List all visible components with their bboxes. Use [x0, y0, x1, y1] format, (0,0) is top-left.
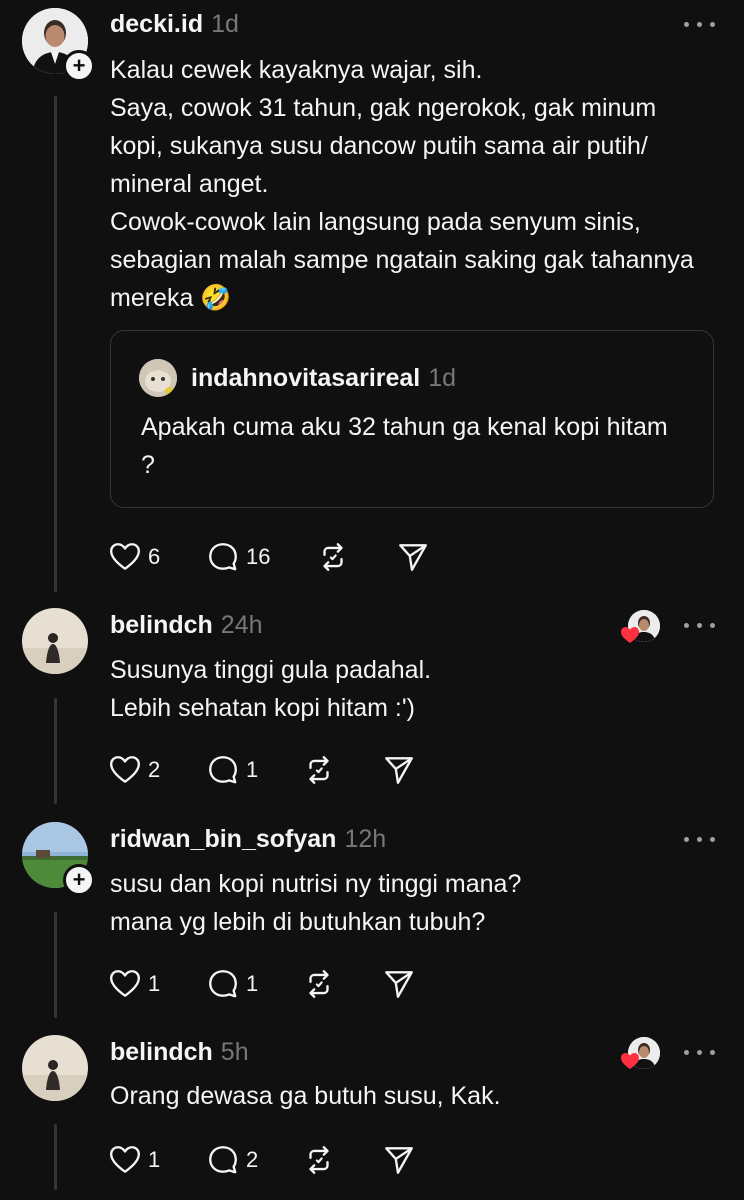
post-text: Kalau cewek kayaknya wajar, sih. Saya, c… [110, 56, 694, 312]
thread-line [54, 1124, 57, 1190]
repost-icon [316, 540, 350, 574]
repost-icon [302, 753, 336, 787]
avatar[interactable] [22, 1035, 88, 1101]
like-count: 1 [148, 971, 161, 996]
like-count: 1 [148, 1147, 161, 1172]
like-button[interactable]: 6 [108, 541, 160, 573]
heart-icon [108, 1143, 142, 1177]
thread-line [54, 912, 57, 1018]
reply-button[interactable]: 1 [206, 754, 258, 786]
thread-line [54, 96, 57, 592]
reply-count: 2 [246, 1147, 259, 1172]
more-icon[interactable] [684, 1046, 716, 1058]
share-button[interactable] [382, 968, 416, 1000]
heart-icon [620, 1052, 640, 1070]
reply-count: 16 [246, 544, 271, 569]
repost-button[interactable] [316, 541, 350, 573]
quote-username[interactable]: indahnovitasarireal 1d [191, 364, 456, 393]
share-button[interactable] [382, 754, 416, 786]
heart-icon [620, 626, 640, 644]
share-button[interactable] [382, 1144, 416, 1176]
reply-text: Orang dewasa ga butuh susu, Kak. [110, 1082, 501, 1110]
heart-icon [108, 540, 142, 574]
reply-button[interactable]: 1 [206, 968, 258, 1000]
comment-icon [206, 1143, 240, 1177]
repost-button[interactable] [302, 968, 336, 1000]
send-icon [382, 753, 416, 787]
reply-time: 5h [220, 1038, 249, 1066]
reply-count: 1 [246, 757, 259, 782]
share-button[interactable] [396, 541, 430, 573]
like-button[interactable]: 2 [108, 754, 160, 786]
like-button[interactable]: 1 [108, 1144, 160, 1176]
comment-icon [206, 540, 240, 574]
reply-username[interactable]: belindch 24h [110, 611, 263, 640]
quoted-post[interactable]: indahnovitasarireal 1d Apakah cuma aku 32… [110, 330, 714, 508]
reply-text: Susunya tinggi gula padahal. Lebih sehat… [110, 656, 432, 722]
reply-username[interactable]: belindch 5h [110, 1038, 249, 1067]
quote-avatar [139, 359, 177, 397]
comment-icon [206, 753, 240, 787]
quote-time: 1d [428, 364, 457, 392]
more-icon[interactable] [684, 833, 716, 845]
like-count: 6 [148, 544, 161, 569]
comment-icon [206, 967, 240, 1001]
avatar[interactable] [22, 608, 88, 674]
send-icon [396, 540, 430, 574]
repost-icon [302, 1143, 336, 1177]
repost-button[interactable] [302, 1144, 336, 1176]
post-username[interactable]: decki.id 1d [110, 10, 239, 39]
reply-button[interactable]: 2 [206, 1144, 258, 1176]
repost-icon [302, 967, 336, 1001]
thread-line [54, 698, 57, 804]
reply-username[interactable]: ridwan_bin_sofyan 12h [110, 825, 386, 854]
follow-plus-icon[interactable]: + [63, 864, 95, 896]
reply-time: 12h [344, 825, 387, 853]
reply-time: 24h [220, 611, 263, 639]
like-button[interactable]: 1 [108, 968, 160, 1000]
follow-plus-icon[interactable]: + [63, 50, 95, 82]
reply-button[interactable]: 16 [206, 541, 270, 573]
send-icon [382, 967, 416, 1001]
send-icon [382, 1143, 416, 1177]
reply-count: 1 [246, 971, 259, 996]
more-icon[interactable] [684, 619, 716, 631]
repost-button[interactable] [302, 754, 336, 786]
heart-icon [108, 967, 142, 1001]
reply-text: susu dan kopi nutrisi ny tinggi mana? ma… [110, 870, 522, 936]
post-time: 1d [211, 10, 239, 38]
like-count: 2 [148, 757, 161, 782]
quote-text: Apakah cuma aku 32 tahun ga kenal kopi h… [141, 413, 668, 479]
heart-icon [108, 753, 142, 787]
more-icon[interactable] [684, 18, 716, 30]
